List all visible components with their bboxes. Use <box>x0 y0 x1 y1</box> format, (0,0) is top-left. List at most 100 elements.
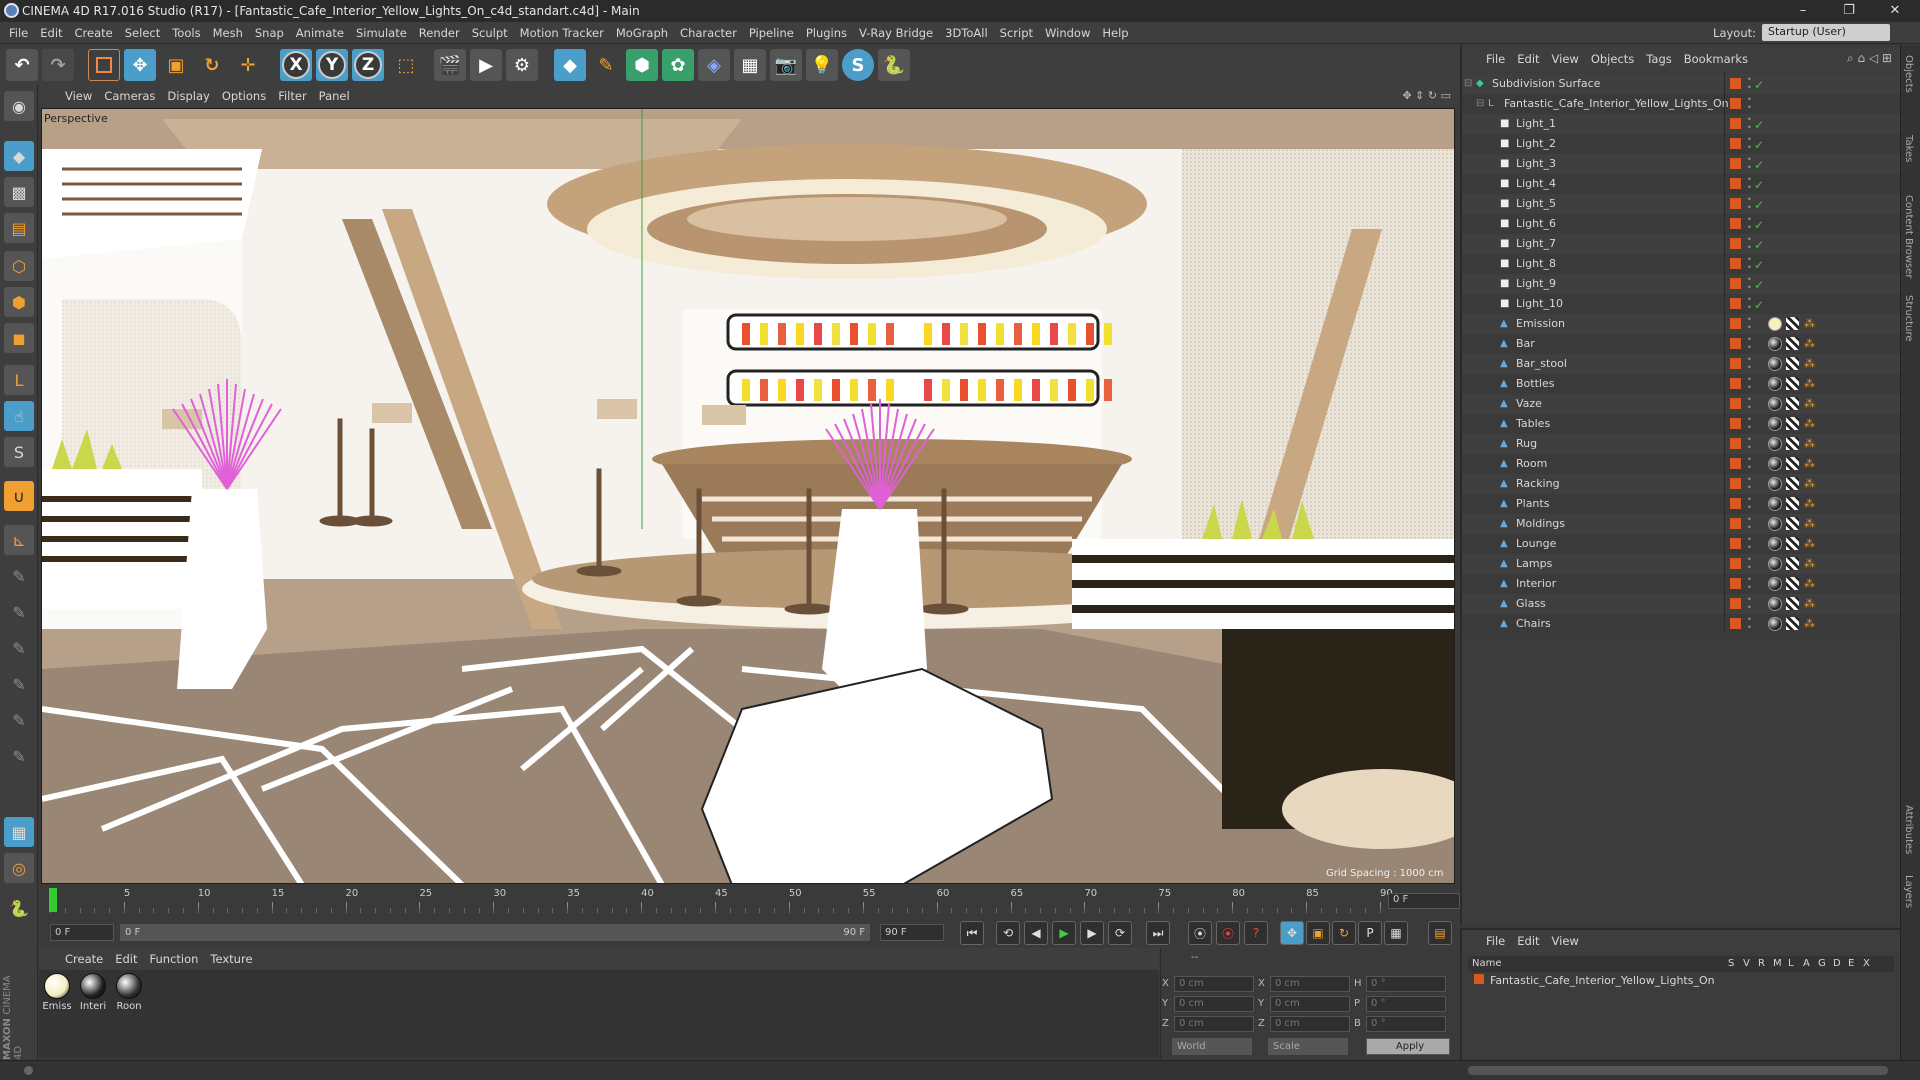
texture-tag-icon[interactable] <box>1786 597 1799 610</box>
object-row[interactable]: ▲ Racking • • ⁂ <box>1462 474 1900 494</box>
texture-tag-icon[interactable] <box>1786 617 1799 630</box>
object-row[interactable]: ▲ Lamps • • ⁂ <box>1462 554 1900 574</box>
mograph-cloner-icon[interactable]: ✿ <box>662 49 694 81</box>
enabled-check-icon[interactable]: ✓ <box>1754 135 1764 155</box>
layer-color-icon[interactable] <box>1730 458 1741 469</box>
menu-render[interactable]: Render <box>413 22 466 44</box>
menu-mograph[interactable]: MoGraph <box>610 22 674 44</box>
enabled-check-icon[interactable]: ✓ <box>1754 255 1764 275</box>
object-row[interactable]: ■ Light_5 • • ✓ <box>1462 194 1900 214</box>
key-parameter-icon[interactable]: P <box>1358 921 1382 945</box>
enabled-check-icon[interactable]: ✓ <box>1754 75 1764 95</box>
material-tag-icon[interactable] <box>1768 377 1782 391</box>
layer-color-icon[interactable] <box>1730 298 1741 309</box>
phong-tag-icon[interactable]: ⁂ <box>1804 474 1815 494</box>
menu-plugins[interactable]: Plugins <box>800 22 853 44</box>
play-icon[interactable]: ▶ <box>1052 921 1076 945</box>
object-menu-tags[interactable]: Tags <box>1640 48 1677 70</box>
phong-tag-icon[interactable]: ⁂ <box>1804 414 1815 434</box>
material-tag-icon[interactable] <box>1768 457 1782 471</box>
tree-expander-icon[interactable]: ⊟ <box>1464 74 1472 94</box>
material-tag-icon[interactable] <box>1768 617 1782 631</box>
menu-3dtoall[interactable]: 3DToAll <box>939 22 994 44</box>
workplane-icon[interactable]: ⊾ <box>4 525 34 555</box>
viewport-menu-filter[interactable]: Filter <box>272 85 312 107</box>
object-row[interactable]: ■ Light_8 • • ✓ <box>1462 254 1900 274</box>
magnet-icon[interactable]: ∪ <box>4 481 34 511</box>
layer-color-icon[interactable] <box>1730 238 1741 249</box>
model-mode-icon[interactable]: ◆ <box>4 141 34 171</box>
object-row[interactable]: ⊟ ◆ Subdivision Surface • • ✓ <box>1462 74 1900 94</box>
object-row[interactable]: ■ Light_7 • • ✓ <box>1462 234 1900 254</box>
menu-select[interactable]: Select <box>119 22 166 44</box>
object-row[interactable]: ▲ Bar • • ⁂ <box>1462 334 1900 354</box>
object-row[interactable]: ■ Light_1 • • ✓ <box>1462 114 1900 134</box>
layer-color-icon[interactable] <box>1730 398 1741 409</box>
material-tag-icon[interactable] <box>1768 357 1782 371</box>
layer-color-icon[interactable] <box>1730 418 1741 429</box>
texture-tag-icon[interactable] <box>1786 357 1799 370</box>
phong-tag-icon[interactable]: ⁂ <box>1804 314 1815 334</box>
menu-snap[interactable]: Snap <box>249 22 290 44</box>
material-item[interactable]: Interi <box>78 973 108 1012</box>
material-item[interactable]: Emiss <box>42 973 72 1012</box>
subdivision-icon[interactable]: ⬢ <box>626 49 658 81</box>
make-editable-icon[interactable]: ◉ <box>4 91 34 121</box>
viewport-menu-display[interactable]: Display <box>161 85 215 107</box>
visibility-dots-icon[interactable]: • • <box>1747 396 1752 412</box>
search-icon[interactable]: ⌕ ⌂ ◁ ⊞ <box>1847 51 1892 66</box>
end-frame-field[interactable]: 90 F <box>880 924 944 941</box>
material-tag-icon[interactable] <box>1768 577 1782 591</box>
coord-field[interactable]: 0 ° <box>1366 976 1446 992</box>
side-tab-attributes[interactable]: Attributes <box>1903 805 1914 854</box>
layer-color-icon[interactable] <box>1730 178 1741 189</box>
key-position-icon[interactable]: ✥ <box>1280 921 1304 945</box>
phong-tag-icon[interactable]: ⁂ <box>1804 534 1815 554</box>
grid-lock-icon[interactable]: ▦ <box>4 817 34 847</box>
go-to-end-icon[interactable]: ⏭ <box>1146 921 1170 945</box>
texture-tag-icon[interactable] <box>1786 337 1799 350</box>
texture-tag-icon[interactable] <box>1786 437 1799 450</box>
menu-edit[interactable]: Edit <box>34 22 68 44</box>
object-row[interactable]: ■ Light_3 • • ✓ <box>1462 154 1900 174</box>
apply-button[interactable]: Apply <box>1366 1038 1450 1055</box>
phong-tag-icon[interactable]: ⁂ <box>1804 394 1815 414</box>
menu-file[interactable]: File <box>3 22 34 44</box>
object-row[interactable]: ■ Light_2 • • ✓ <box>1462 134 1900 154</box>
tree-expander-icon[interactable]: ⊟ <box>1476 94 1484 114</box>
object-row[interactable]: ▲ Vaze • • ⁂ <box>1462 394 1900 414</box>
visibility-dots-icon[interactable]: • • <box>1747 76 1752 92</box>
layer-menu-edit[interactable]: Edit <box>1511 930 1545 952</box>
layer-color-icon[interactable] <box>1730 478 1741 489</box>
material-item[interactable]: Roon <box>114 973 144 1012</box>
object-row[interactable]: ▲ Tables • • ⁂ <box>1462 414 1900 434</box>
animation-icon[interactable]: ◎ <box>4 853 34 883</box>
layer-color-icon[interactable] <box>1730 538 1741 549</box>
object-row[interactable]: ▲ Interior • • ⁂ <box>1462 574 1900 594</box>
smooth-brush-icon[interactable]: ✎ <box>4 597 34 627</box>
edges-mode-icon[interactable]: ⬢ <box>4 287 34 317</box>
key-scale-icon[interactable]: ▣ <box>1306 921 1330 945</box>
texture-tag-icon[interactable] <box>1786 577 1799 590</box>
pull-brush-icon[interactable]: ✎ <box>4 633 34 663</box>
undo-icon[interactable]: ↶ <box>6 49 38 81</box>
visibility-dots-icon[interactable]: • • <box>1747 216 1752 232</box>
texture-mode-icon[interactable]: ▩ <box>4 177 34 207</box>
visibility-dots-icon[interactable]: • • <box>1747 336 1752 352</box>
enabled-check-icon[interactable]: ✓ <box>1754 235 1764 255</box>
layer-color-icon[interactable] <box>1730 78 1741 89</box>
visibility-dots-icon[interactable]: • • <box>1747 616 1752 632</box>
enabled-check-icon[interactable]: ✓ <box>1754 115 1764 135</box>
material-menu-edit[interactable]: Edit <box>109 948 143 970</box>
menu-mesh[interactable]: Mesh <box>207 22 249 44</box>
material-tag-icon[interactable] <box>1768 317 1782 331</box>
side-tab-takes[interactable]: Takes <box>1903 135 1914 162</box>
visibility-dots-icon[interactable]: • • <box>1747 496 1752 512</box>
keyframe-selection-icon[interactable]: ? <box>1244 921 1268 945</box>
texture-tag-icon[interactable] <box>1786 457 1799 470</box>
phong-tag-icon[interactable]: ⁂ <box>1804 514 1815 534</box>
texture-tag-icon[interactable] <box>1786 397 1799 410</box>
render-settings-icon[interactable]: ⚙ <box>506 49 538 81</box>
move-tool-icon[interactable]: ✥ <box>124 49 156 81</box>
visibility-dots-icon[interactable]: • • <box>1747 316 1752 332</box>
